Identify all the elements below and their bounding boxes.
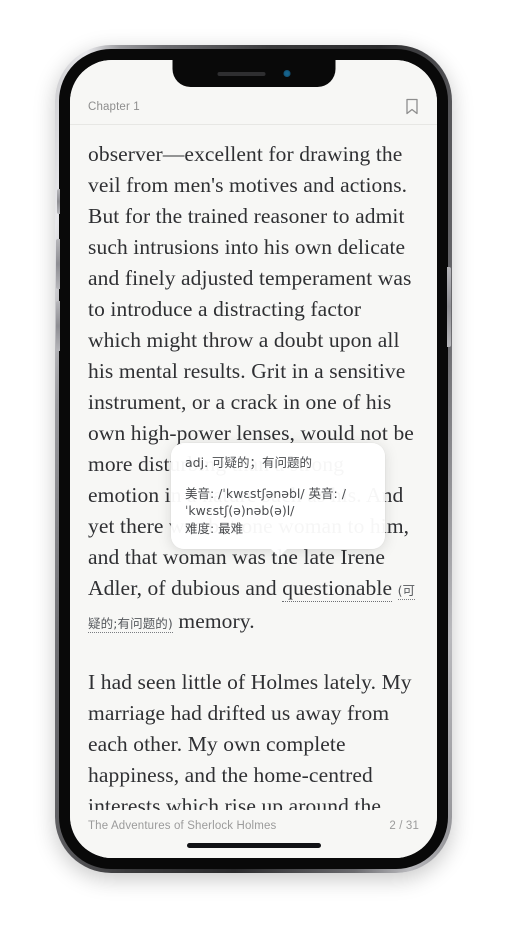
tooltip-difficulty: 难度: 最难 [185, 520, 244, 536]
paragraph-two: I had seen little of Holmes lately. My m… [88, 670, 412, 810]
bookmark-icon[interactable] [405, 98, 419, 115]
dictionary-tooltip: adj. 可疑的；有问题的 美音: /ˈkwɛstʃənəbl/ 英音: /ˈk… [171, 443, 385, 557]
home-indicator[interactable] [70, 832, 437, 858]
reader-footer: The Adventures of Sherlock Holmes 2 / 31 [70, 810, 437, 832]
reader-header: Chapter 1 [70, 98, 437, 125]
volume-down-button[interactable] [56, 301, 60, 351]
paragraph-one: observer—excellent for drawing the veil … [88, 139, 419, 639]
volume-up-button[interactable] [56, 239, 60, 289]
phone-screen: Chapter 1 observer—excellent for drawing… [70, 60, 437, 858]
speaker-grille-icon [217, 71, 265, 76]
chapter-label: Chapter 1 [88, 100, 140, 113]
silent-switch-button[interactable] [57, 189, 60, 214]
tooltip-arrow [270, 548, 288, 557]
tooltip-definition: adj. 可疑的；有问题的 [185, 455, 313, 470]
phone-notch [172, 60, 335, 87]
phone-bezel: Chapter 1 observer—excellent for drawing… [56, 49, 451, 869]
page-indicator: 2 / 31 [389, 820, 419, 832]
ereader-app: Chapter 1 observer—excellent for drawing… [70, 60, 437, 858]
power-button[interactable] [447, 267, 451, 347]
book-title: The Adventures of Sherlock Holmes [88, 820, 277, 832]
front-camera-icon [283, 70, 290, 77]
highlighted-word-questionable[interactable]: questionable [282, 576, 393, 602]
tooltip-pronunciation: 美音: /ˈkwɛstʃənəbl/ 英音: /ˈkwɛstʃ(ə)nəb(ə)… [185, 485, 346, 519]
reader-body: observer—excellent for drawing the veil … [70, 125, 437, 810]
phone-device-frame: Chapter 1 observer—excellent for drawing… [55, 45, 452, 873]
home-indicator-bar[interactable] [186, 842, 321, 848]
paragraph-one-text-after: memory. [172, 609, 255, 633]
